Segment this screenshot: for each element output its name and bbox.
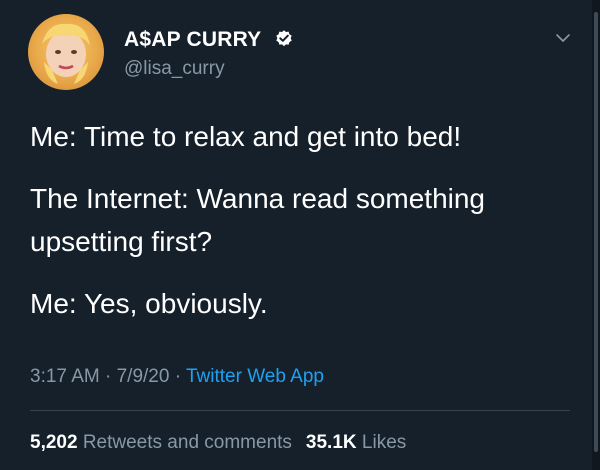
tweet-text-line: upsetting first? — [30, 226, 213, 257]
tweet-date[interactable]: 7/9/20 — [117, 366, 170, 387]
profile-photo-icon — [42, 23, 90, 84]
display-name[interactable]: A$AP CURRY — [124, 28, 261, 52]
likes-stat[interactable]: 35.1K Likes — [306, 432, 406, 453]
tweet-text-line: Me: Time to relax and get into bed! — [30, 121, 462, 152]
meta-separator: · — [105, 366, 112, 387]
retweets-label: Retweets and comments — [82, 432, 292, 453]
divider — [30, 410, 570, 411]
handle[interactable]: @lisa_curry — [124, 58, 225, 80]
tweet-stats: 5,202 Retweets and comments 35.1K Likes — [30, 432, 406, 454]
tweet-time[interactable]: 3:17 AM — [30, 366, 100, 387]
tweet-card: A$AP CURRY @lisa_curry Me: Time to relax… — [0, 0, 600, 470]
tweet-meta: 3:17 AM · 7/9/20 · Twitter Web App — [30, 366, 324, 388]
tweet-text-line: Me: Yes, obviously. — [30, 288, 268, 319]
scrollbar-thumb[interactable] — [594, 12, 598, 452]
verified-badge-icon — [276, 30, 292, 47]
retweets-stat[interactable]: 5,202 Retweets and comments — [30, 432, 292, 453]
likes-count: 35.1K — [305, 432, 357, 453]
tweet-text-line: The Internet: Wanna read something — [30, 183, 485, 214]
avatar[interactable] — [28, 14, 104, 90]
chevron-down-icon[interactable] — [555, 32, 571, 44]
meta-separator: · — [174, 366, 182, 387]
tweet-source-link[interactable]: Twitter Web App — [186, 366, 324, 387]
likes-label: Likes — [361, 432, 407, 453]
retweets-count: 5,202 — [30, 432, 78, 453]
